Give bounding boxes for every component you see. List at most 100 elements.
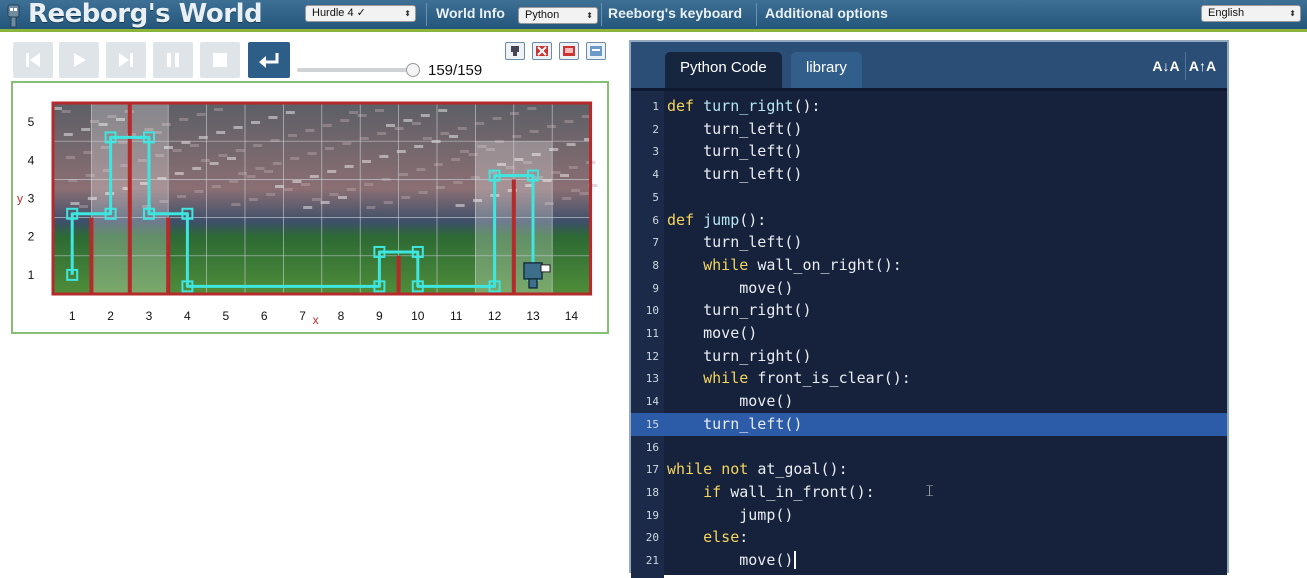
code-line[interactable]: 13 while front_is_clear(): [631, 367, 1227, 390]
code-line[interactable]: 21 move() [631, 549, 1227, 572]
crowd-texture [359, 137, 369, 140]
code-text: move() [667, 551, 794, 569]
crowd-texture [412, 122, 421, 125]
world-select[interactable]: Hurdle 4 ✓ ⬍ [305, 5, 416, 22]
code-line[interactable]: 14 move() [631, 390, 1227, 413]
crowd-texture [455, 204, 465, 207]
tab-python-code[interactable]: Python Code [665, 52, 782, 88]
stop-button[interactable] [200, 42, 240, 78]
line-number: 6 [652, 213, 659, 227]
line-number: 1 [652, 100, 659, 113]
reeborg-keyboard-button[interactable]: Reeborg's keyboard [608, 0, 742, 29]
line-number: 19 [645, 508, 659, 522]
delete-world-button[interactable] [532, 42, 552, 60]
crowd-texture [264, 170, 273, 173]
crowd-texture [510, 112, 519, 115]
pause-button[interactable] [153, 42, 193, 78]
crowd-texture [342, 142, 352, 145]
text-cursor-icon: 𝙸 [924, 483, 936, 500]
flag-button[interactable] [559, 42, 579, 60]
stop-icon [213, 53, 227, 67]
code-line[interactable]: 7 turn_left() [631, 231, 1227, 254]
x-tick-label: 13 [526, 309, 540, 323]
crowd-texture [283, 188, 293, 191]
x-tick-label: 2 [107, 309, 114, 323]
crowd-texture [322, 124, 332, 127]
crowd-texture [312, 198, 321, 201]
line-number: 12 [645, 349, 659, 363]
run-button[interactable] [59, 42, 99, 78]
code-line[interactable]: 3 turn_left() [631, 140, 1227, 163]
reeborg-robot-icon [523, 262, 543, 280]
ui-language-select[interactable]: English ⬍ [1201, 5, 1301, 22]
chevron-down-icon: ⬍ [404, 9, 411, 18]
x-tick-label: 10 [411, 309, 425, 323]
code-line[interactable]: 6 def jump(): [631, 209, 1227, 232]
step-slider-track[interactable] [297, 68, 415, 72]
menu-divider [756, 3, 757, 26]
code-text: def jump(): [667, 210, 767, 229]
code-line[interactable]: 11 move() [631, 322, 1227, 345]
code-line[interactable]: 10 turn_right() [631, 299, 1227, 322]
step-slider-knob[interactable] [406, 63, 420, 77]
code-line[interactable]: 12 turn_right() [631, 345, 1227, 368]
reeborg-logo-icon [7, 4, 20, 28]
code-line[interactable]: 8 while wall_on_right(): [631, 254, 1227, 277]
crowd-texture [460, 150, 469, 153]
crowd-texture [475, 122, 485, 125]
code-text: turn_left() [667, 414, 803, 433]
code-text: while not at_goal(): [667, 460, 848, 479]
increase-font-button[interactable]: A↑A [1185, 52, 1219, 80]
hurdle-wall [89, 217, 94, 294]
code-text: turn_right() [667, 346, 812, 365]
code-line[interactable]: 9 move() [631, 277, 1227, 300]
crowd-texture [253, 144, 263, 147]
code-line[interactable]: 4 turn_left() [631, 163, 1227, 186]
code-line[interactable]: 20 else: [631, 526, 1227, 549]
crowd-texture [209, 162, 219, 165]
crowd-texture [218, 154, 228, 157]
crowd-texture [349, 111, 358, 114]
crowd-texture [309, 175, 319, 178]
reverse-step-button[interactable] [248, 42, 290, 78]
menu-divider [426, 3, 427, 26]
code-line[interactable]: 17 while not at_goal(): [631, 458, 1227, 481]
code-line[interactable]: 15 turn_left() [631, 412, 1227, 436]
crowd-texture [394, 127, 404, 130]
crowd-texture [255, 167, 265, 170]
crowd-texture [379, 155, 389, 158]
code-line[interactable]: 16 [631, 436, 1227, 459]
crowd-texture [396, 150, 406, 153]
crowd-texture [564, 120, 574, 123]
additional-options-button[interactable]: Additional options [765, 0, 888, 29]
crowd-texture [172, 149, 182, 152]
code-text: move() [667, 278, 794, 297]
crowd-texture [338, 196, 347, 199]
step-button[interactable] [106, 42, 146, 78]
code-area[interactable]: 1 def turn_right(): 2 turn_left() 3 turn_le… [631, 88, 1227, 578]
x-tick-label: 7 [299, 309, 306, 323]
decrease-font-button[interactable]: A↓A [1149, 52, 1183, 80]
world-info-button[interactable]: World Info [436, 0, 505, 29]
x-tick-label: 5 [222, 309, 229, 323]
code-line[interactable]: 2 turn_left() [631, 118, 1227, 141]
crowd-texture [449, 135, 458, 138]
chevron-down-icon: ⬍ [586, 11, 593, 20]
robot-button[interactable] [505, 42, 525, 60]
y-tick-label: 2 [28, 230, 35, 244]
code-line[interactable]: 19 jump() [631, 504, 1227, 527]
crowd-texture [492, 117, 502, 120]
language-select[interactable]: Python ⬍ [518, 7, 598, 24]
chevron-down-icon: ⬍ [1289, 9, 1296, 18]
crowd-texture [364, 183, 374, 186]
code-line[interactable]: 1 def turn_right(): [631, 95, 1227, 118]
edit-world-button[interactable] [586, 42, 606, 60]
crowd-texture [438, 109, 448, 112]
code-line[interactable]: 5 [631, 186, 1227, 209]
crowd-texture [566, 143, 576, 146]
line-number: 3 [652, 145, 659, 159]
x-tick-label: 8 [338, 309, 345, 323]
tab-library[interactable]: library [791, 52, 862, 88]
text-caret [794, 551, 797, 569]
reload-button[interactable] [13, 42, 53, 78]
